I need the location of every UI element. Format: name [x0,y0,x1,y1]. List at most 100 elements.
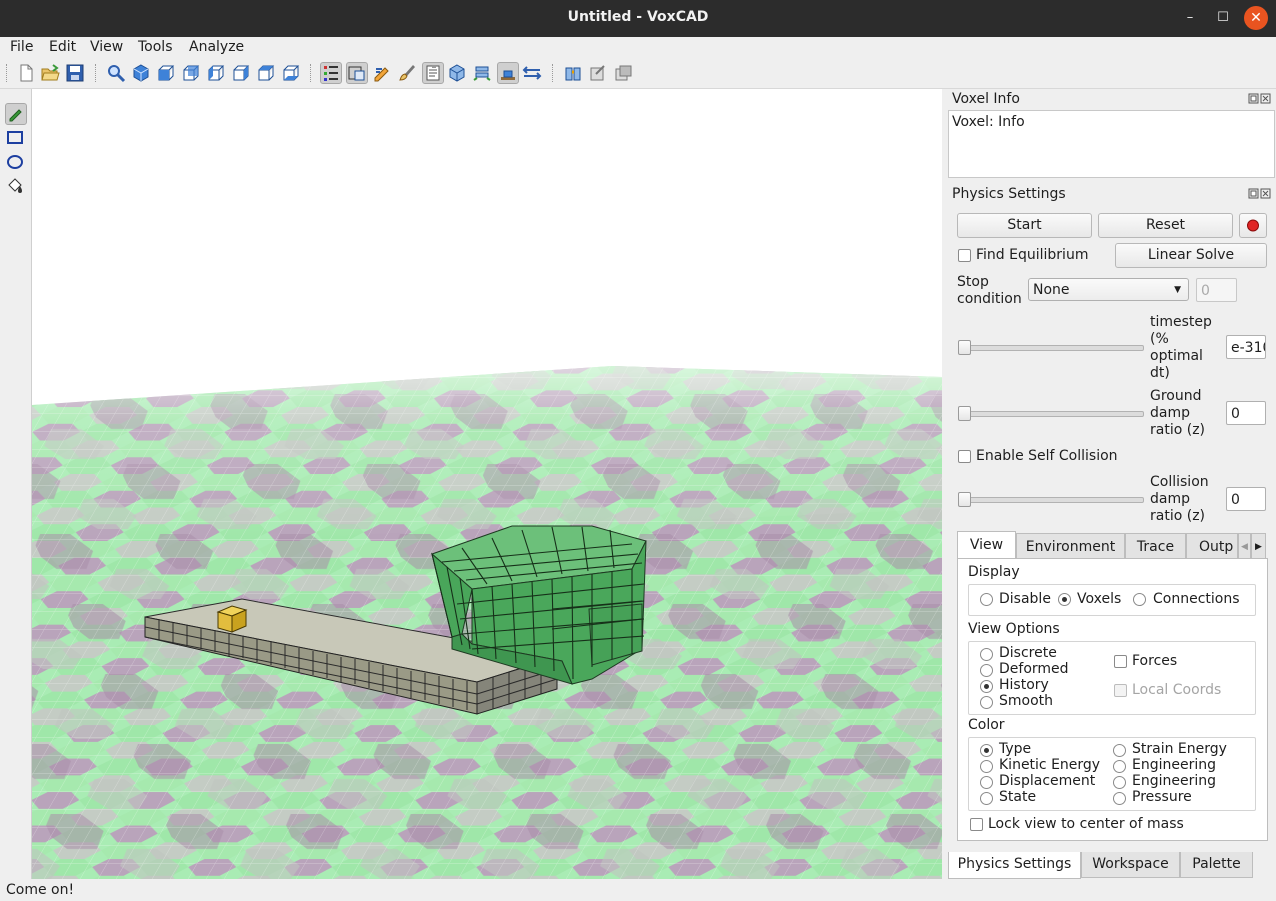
display-group: Disable Voxels Connections [968,584,1256,616]
tab-view[interactable]: View [957,531,1016,559]
view-smooth-label: Smooth [999,693,1054,709]
stop-condition-select[interactable]: None ▼ [1028,278,1189,301]
ellipse-tool-icon[interactable] [5,152,25,172]
sandbox-scene[interactable] [32,89,942,879]
save-icon[interactable] [65,63,85,83]
new-file-icon[interactable] [16,63,36,83]
local-coords-label: Local Coords [1132,682,1222,698]
menu-edit[interactable]: Edit [49,39,76,55]
dock-float-close-icon-2[interactable] [1248,188,1272,200]
structure-icon[interactable] [563,63,583,83]
color-engineering-strain-radio[interactable] [1113,760,1126,773]
color-title: Color [968,717,1005,733]
enable-self-collision-checkbox[interactable] [958,450,971,463]
view-deformed-radio[interactable] [980,664,993,677]
view-back-icon[interactable] [181,63,201,83]
ground-damp-input[interactable]: 0 [1226,401,1266,425]
color-displacement-radio[interactable] [980,776,993,789]
3d-viewport[interactable] [32,89,942,879]
view-front-icon[interactable] [156,63,176,83]
collision-damp-slider[interactable] [958,497,1144,503]
tab-scroll-right-icon[interactable]: ▶ [1251,533,1266,559]
view-right-icon[interactable] [231,63,251,83]
record-button[interactable] [1239,213,1267,238]
tab-trace[interactable]: Trace [1125,533,1186,559]
maximize-button[interactable]: ☐ [1211,6,1235,30]
stop-condition-label: Stop [957,274,989,290]
display-title: Display [968,564,1020,580]
ground-damp-label-2: damp [1150,405,1190,421]
menu-bar: File Edit View Tools Analyze [0,37,1276,59]
find-equilibrium-checkbox[interactable] [958,249,971,262]
start-button[interactable]: Start [957,213,1092,238]
timestep-input[interactable]: e-310 [1226,335,1266,359]
brush-icon[interactable] [397,63,417,83]
view-tab-pane: Display Disable Voxels Connections View … [957,558,1268,841]
color-pressure-radio[interactable] [1113,792,1126,805]
dock-tab-palette[interactable]: Palette [1180,852,1253,878]
collision-damp-label-1: Collision [1150,474,1209,490]
color-strain-energy-label: Strain Energy [1132,741,1227,757]
title-bar: Untitled - VoxCAD – ☐ ✕ [0,0,1276,37]
voxel-list-icon[interactable] [320,62,342,84]
timestep-slider-handle[interactable] [958,340,971,355]
dock-tab-physics-settings[interactable]: Physics Settings [948,852,1081,879]
status-text: Come on! [6,882,75,898]
menu-tools[interactable]: Tools [138,39,173,55]
menu-analyze[interactable]: Analyze [189,39,244,55]
lattice-icon[interactable] [472,63,492,83]
physics-sandbox-icon[interactable] [497,62,519,84]
dock-float-close-icon[interactable] [1248,93,1272,105]
color-state-radio[interactable] [980,792,993,805]
forces-checkbox[interactable] [1114,655,1127,668]
view-left-icon[interactable] [206,63,226,83]
copy-layer-icon[interactable] [422,62,444,84]
stretch-icon[interactable] [522,63,542,83]
collision-damp-slider-handle[interactable] [958,492,971,507]
menu-file[interactable]: File [10,39,33,55]
view-bottom-icon[interactable] [281,63,301,83]
import-icon[interactable] [588,63,608,83]
physics-settings-title: Physics Settings [952,186,1066,202]
fill-bucket-icon[interactable] [5,176,25,196]
linear-solve-button[interactable]: Linear Solve [1115,243,1267,268]
view-iso-icon[interactable] [131,63,151,83]
lock-view-checkbox[interactable] [970,818,983,831]
reset-button[interactable]: Reset [1098,213,1233,238]
close-button[interactable]: ✕ [1244,6,1268,30]
view-smooth-radio[interactable] [980,696,993,709]
view-history-radio[interactable] [980,680,993,693]
ground-damp-slider[interactable] [958,411,1144,417]
menu-view[interactable]: View [90,39,123,55]
collision-damp-input[interactable]: 0 [1226,487,1266,511]
dock-tab-workspace[interactable]: Workspace [1081,852,1180,878]
pencil-tool-icon[interactable] [5,103,27,125]
export-icon[interactable] [613,63,633,83]
status-bar: Come on! [0,879,1276,901]
timestep-label-1: timestep [1150,314,1212,330]
cube-view-icon[interactable] [447,63,467,83]
color-kinetic-energy-radio[interactable] [980,760,993,773]
palette-pencil-icon[interactable] [372,63,392,83]
display-disable-radio[interactable] [980,593,993,606]
display-connections-radio[interactable] [1133,593,1146,606]
tab-environment[interactable]: Environment [1016,533,1125,559]
color-engineering-stress-radio[interactable] [1113,776,1126,789]
timestep-slider[interactable] [958,345,1144,351]
select-region-icon[interactable] [346,62,368,84]
tab-output[interactable]: Outp [1186,533,1238,559]
view-top-icon[interactable] [256,63,276,83]
rectangle-tool-icon[interactable] [5,128,25,148]
view-discrete-radio[interactable] [980,648,993,661]
tab-scroll-left-icon[interactable]: ◀ [1238,533,1251,559]
display-voxels-radio[interactable] [1058,593,1071,606]
zoom-icon[interactable] [106,63,126,83]
stop-condition-number[interactable]: 0 [1196,278,1237,302]
color-strain-energy-radio[interactable] [1113,744,1126,757]
ground-damp-slider-handle[interactable] [958,406,971,421]
timestep-label-2: (% [1150,331,1169,347]
color-type-radio[interactable] [980,744,993,757]
drawing-tools [0,89,32,879]
open-file-icon[interactable] [40,63,60,83]
minimize-button[interactable]: – [1178,6,1202,30]
